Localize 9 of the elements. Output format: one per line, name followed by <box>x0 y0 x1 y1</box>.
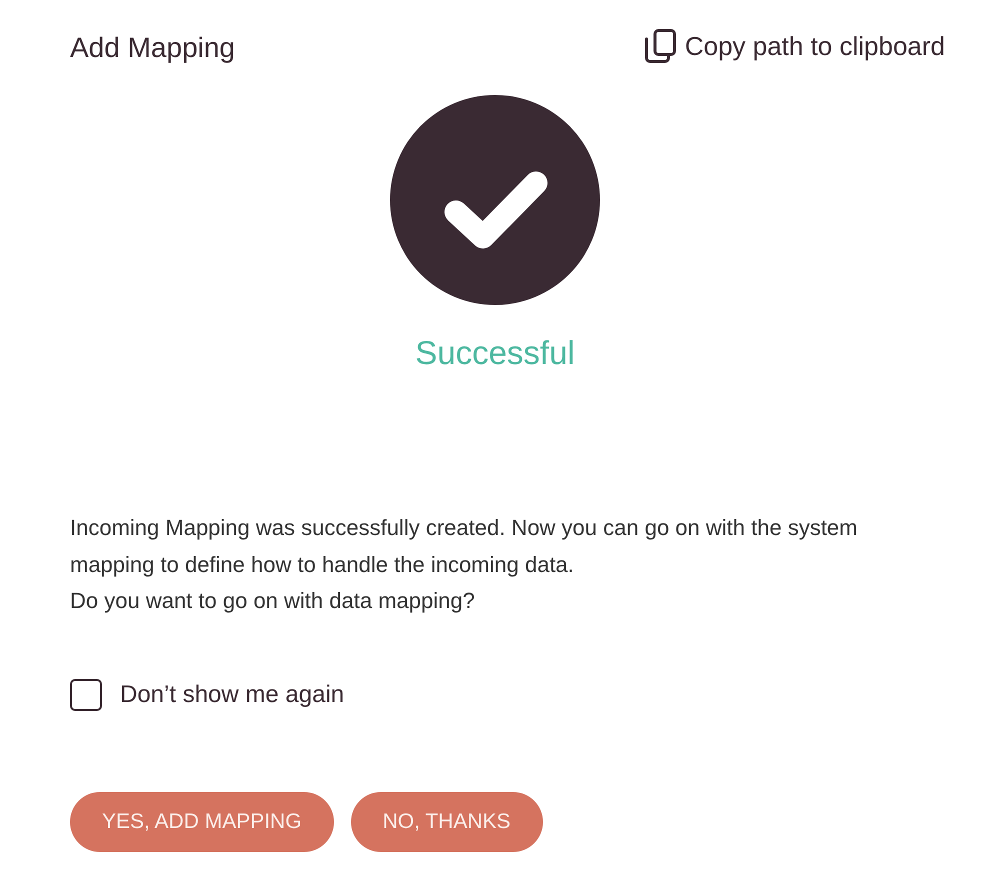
checkbox[interactable] <box>70 678 102 710</box>
dialog-title: Add Mapping <box>70 31 236 65</box>
status-label: Successful <box>415 333 575 373</box>
checkbox-label[interactable]: Don’t show me again <box>120 678 344 710</box>
copy-path-link[interactable]: Copy path to clipboard <box>644 29 945 63</box>
copy-icon <box>644 29 676 63</box>
message-text: Do you want to go on with data mapping? <box>70 587 476 615</box>
check-circle-icon <box>390 95 600 305</box>
message-text: Incoming Mapping was successfully created. Now you can go on with the system mapping to define how to handle the incoming data. <box>70 514 858 579</box>
